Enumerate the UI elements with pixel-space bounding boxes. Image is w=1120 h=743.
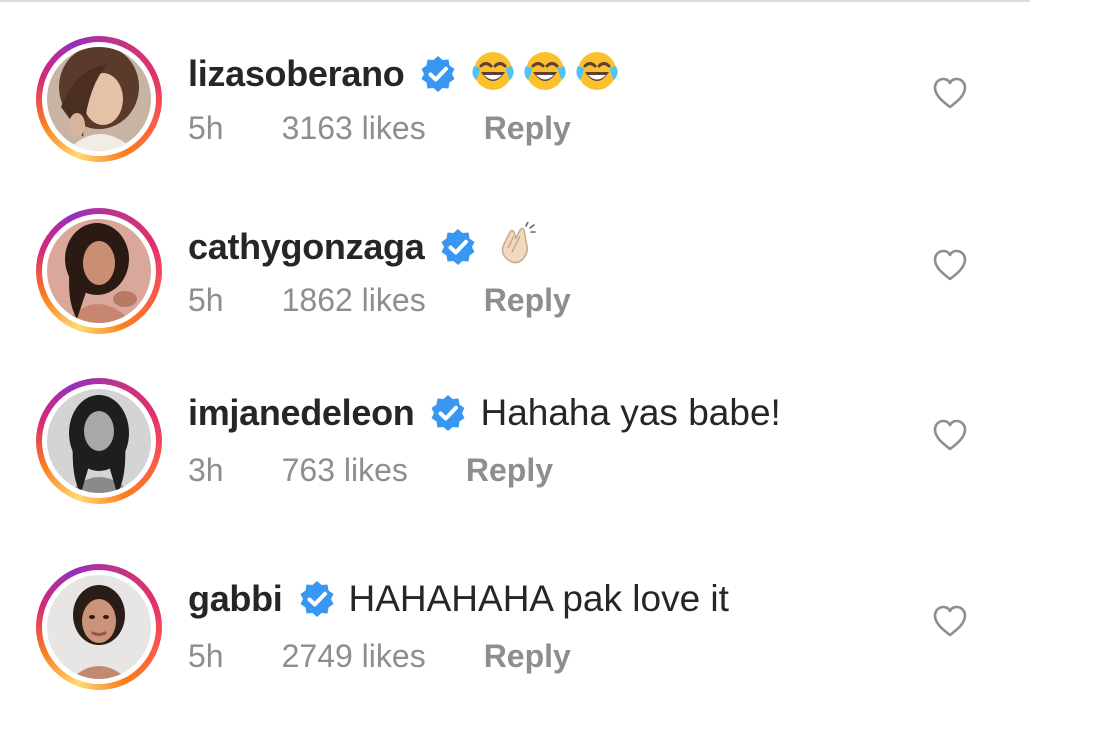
profile-photo-icon xyxy=(47,219,151,323)
profile-photo-icon xyxy=(47,575,151,679)
avatar[interactable] xyxy=(47,47,151,151)
comment-item: gabbi HAHAHAHA pak love it 5h 2749 likes… xyxy=(0,558,1120,698)
avatar[interactable] xyxy=(47,219,151,323)
comment-time: 5h xyxy=(188,110,224,146)
emoji-face-with-tears-of-joy xyxy=(472,50,622,97)
profile-photo-icon xyxy=(47,47,151,151)
comment-likes[interactable]: 1862 likes xyxy=(282,282,426,319)
verified-badge-icon xyxy=(431,395,465,431)
comment-time: 3h xyxy=(188,452,224,488)
verified-badge-icon xyxy=(421,55,455,92)
heart-outline-icon[interactable] xyxy=(932,418,968,452)
heart-outline-icon[interactable] xyxy=(932,604,968,638)
comment-username[interactable]: lizasoberano xyxy=(188,53,405,95)
heart-outline-icon[interactable] xyxy=(932,76,968,110)
comment-likes[interactable]: 2749 likes xyxy=(282,638,426,675)
profile-photo-icon xyxy=(47,389,151,493)
top-divider xyxy=(0,0,1030,2)
reply-button[interactable]: Reply xyxy=(484,638,571,675)
comment-username[interactable]: gabbi xyxy=(188,578,283,620)
comment-item: lizasoberano 5h 3163 likes Reply xyxy=(0,30,1120,170)
comment-likes[interactable]: 763 likes xyxy=(282,452,408,489)
heart-outline-icon[interactable] xyxy=(932,248,968,282)
verified-badge-icon xyxy=(300,581,333,617)
story-ring[interactable] xyxy=(36,378,162,504)
story-ring[interactable] xyxy=(36,36,162,162)
verified-badge-icon xyxy=(441,228,475,265)
comment-item: cathygonzaga 5h 1862 likes Reply xyxy=(0,202,1120,342)
comment-text: HAHAHAHA pak love it xyxy=(348,578,729,619)
comment-item: imjanedeleon Hahaha yas babe! 3h 763 lik… xyxy=(0,372,1120,512)
avatar[interactable] xyxy=(47,575,151,679)
reply-button[interactable]: Reply xyxy=(466,452,553,489)
avatar[interactable] xyxy=(47,389,151,493)
comment-text: Hahaha yas babe! xyxy=(480,392,781,433)
comment-username[interactable]: cathygonzaga xyxy=(188,226,425,268)
emoji-clapping-hands-light-skin xyxy=(496,221,537,271)
reply-button[interactable]: Reply xyxy=(484,282,571,319)
comment-time: 5h xyxy=(188,638,224,674)
comment-likes[interactable]: 3163 likes xyxy=(282,110,426,147)
story-ring[interactable] xyxy=(36,564,162,690)
story-ring[interactable] xyxy=(36,208,162,334)
comment-time: 5h xyxy=(188,282,224,318)
comment-username[interactable]: imjanedeleon xyxy=(188,392,415,434)
reply-button[interactable]: Reply xyxy=(484,110,571,147)
